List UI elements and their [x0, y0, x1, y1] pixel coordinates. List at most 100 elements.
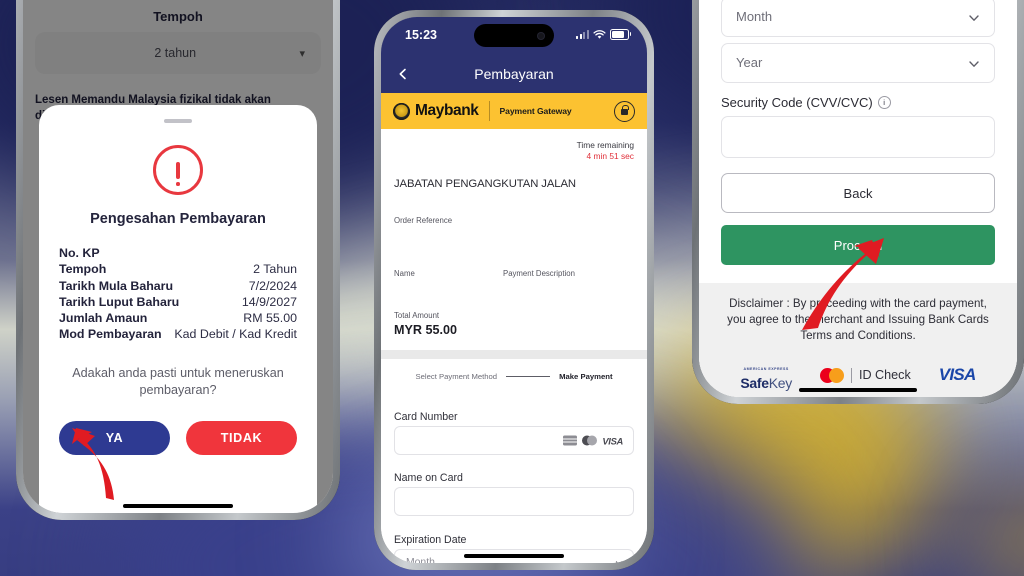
detail-key: Tarikh Luput Baharu	[59, 294, 180, 309]
detail-key: Tarikh Mula Baharu	[59, 278, 174, 293]
name-label: Name	[394, 269, 415, 278]
home-indicator	[123, 504, 233, 508]
left-phone-device: Kelas Lesen D, B2 Tempoh 2 tahun ▾ Lesen…	[16, 0, 340, 520]
header-divider	[488, 101, 490, 121]
nav-bar: Pembayaran	[381, 55, 647, 93]
detail-row: Jumlah Amaun RM 55.00	[59, 310, 297, 326]
dialog-actions: YA TIDAK	[59, 420, 297, 455]
amex-card-icon	[562, 435, 577, 446]
detail-row: Tempoh 2 Tahun	[59, 261, 297, 277]
right-phone-device: Month Year Security Code (CVV/CVC) i Bac…	[692, 0, 1024, 404]
left-phone-screen: Kelas Lesen D, B2 Tempoh 2 tahun ▾ Lesen…	[23, 0, 333, 513]
maybank-logo: Maybank	[393, 102, 479, 120]
alert-exclamation-icon	[153, 145, 203, 195]
timer-block: Time remaining 4 min 51 sec	[577, 140, 634, 161]
expiration-month-placeholder: Month	[736, 9, 773, 24]
gateway-footer: Disclaimer : By proceeding with the card…	[699, 283, 1017, 397]
security-code-input[interactable]	[721, 116, 995, 158]
detail-value: RM 55.00	[243, 311, 297, 326]
chevron-down-icon	[615, 561, 623, 563]
chevron-down-icon	[969, 61, 979, 67]
confirm-yes-button[interactable]: YA	[59, 420, 170, 455]
detail-value: 14/9/2027	[241, 294, 297, 309]
step-make-payment: Make Payment	[559, 372, 613, 381]
wifi-icon	[593, 29, 606, 39]
left-phone-bezel: Kelas Lesen D, B2 Tempoh 2 tahun ▾ Lesen…	[23, 0, 333, 513]
right-phone-screen: Month Year Security Code (CVV/CVC) i Bac…	[699, 0, 1017, 397]
total-amount-value: MYR 55.00	[394, 323, 457, 337]
battery-icon	[610, 29, 632, 40]
merchant-name: JABATAN PENGANGKUTAN JALAN	[394, 178, 576, 190]
dialog-question: Adakah anda pasti untuk meneruskan pemba…	[72, 365, 284, 397]
expiration-month-select[interactable]: Month	[721, 0, 995, 37]
safekey-wordmark: SafeKey	[740, 375, 792, 391]
security-code-label: Security Code (CVV/CVC)	[721, 95, 873, 110]
chevron-left-icon[interactable]	[397, 68, 409, 80]
safekey-logo: AMERICAN EXPRESS SafeKey	[740, 357, 792, 393]
detail-row: Tarikh Luput Baharu 14/9/2027	[59, 294, 297, 310]
back-button[interactable]: Back	[721, 173, 995, 213]
cancel-no-button[interactable]: TIDAK	[186, 420, 297, 455]
card-entry-form: Month Year Security Code (CVV/CVC) i Bac…	[699, 0, 1017, 397]
name-on-card-input[interactable]	[394, 487, 634, 516]
maybank-brand-text: Maybank	[415, 102, 479, 119]
maybank-tiger-icon	[393, 102, 410, 120]
detail-value: 2 Tahun	[253, 262, 297, 277]
detail-row: Tarikh Mula Baharu 7/2/2024	[59, 278, 297, 294]
status-bar: 15:23	[381, 17, 647, 55]
maybank-gateway-header: Maybank Payment Gateway	[381, 93, 647, 129]
accepted-card-marks: VISA	[562, 435, 623, 446]
exclamation-mark	[176, 161, 180, 186]
middle-phone-bezel: 15:23 Pembayaran Maybank Payment Gateway…	[381, 17, 647, 563]
timer-label: Time remaining	[576, 140, 634, 150]
security-code-label-row: Security Code (CVV/CVC) i	[721, 95, 891, 110]
detail-key: Tempoh	[59, 262, 107, 277]
detail-key: Jumlah Amaun	[59, 311, 148, 326]
visa-icon: VISA	[602, 435, 623, 446]
disclaimer-text: Disclaimer : By proceeding with the card…	[727, 297, 989, 342]
payment-description-label: Payment Description	[503, 269, 575, 278]
name-on-card-label: Name on Card	[394, 472, 463, 484]
visa-icon: VISA	[938, 365, 977, 384]
safekey-amex-text: AMERICAN EXPRESS	[743, 367, 789, 371]
timer-value: 4 min 51 sec	[586, 151, 634, 161]
proceed-button[interactable]: Proceed	[721, 225, 995, 265]
expiration-year-select[interactable]: Year	[721, 43, 995, 83]
dynamic-island	[474, 24, 554, 47]
logo-divider	[850, 367, 852, 383]
right-phone-bezel: Month Year Security Code (CVV/CVC) i Bac…	[699, 0, 1017, 397]
safekey-light-part: Key	[768, 375, 793, 391]
lock-icon	[614, 100, 635, 122]
order-reference-label: Order Reference	[394, 216, 453, 225]
detail-key: Mod Pembayaran	[59, 327, 162, 342]
front-camera-icon	[537, 31, 545, 40]
detail-value: 7/2/2024	[248, 278, 297, 293]
card-number-input[interactable]: VISA	[394, 426, 634, 455]
id-check-text: ID Check	[858, 368, 911, 382]
status-bar-icons	[576, 29, 632, 40]
mastercard-id-check-logo: ID Check	[819, 367, 911, 383]
detail-value: Kad Debit / Kad Kredit	[174, 327, 297, 342]
status-bar-clock: 15:23	[405, 28, 437, 42]
mastercard-icon	[819, 367, 844, 383]
info-icon[interactable]: i	[877, 96, 891, 109]
detail-row: Mod Pembayaran Kad Debit / Kad Kredit	[59, 326, 297, 342]
dialog-detail-list: No. KP Tempoh 2 Tahun Tarikh Mula Baharu…	[59, 245, 297, 343]
middle-phone-screen: 15:23 Pembayaran Maybank Payment Gateway…	[381, 17, 647, 563]
expiration-year-placeholder: Year	[736, 55, 763, 70]
card-number-label: Card Number	[394, 411, 458, 423]
expiration-month-placeholder: Month	[406, 557, 435, 563]
gateway-content: Time remaining 4 min 51 sec JABATAN PENG…	[381, 129, 647, 563]
mastercard-icon	[581, 435, 598, 446]
payment-gateway-label: Payment Gateway	[499, 106, 572, 116]
dialog-title: Pengesahan Pembayaran	[90, 211, 266, 227]
lock-glyph	[621, 105, 629, 115]
payment-stepper: Select Payment Method Make Payment	[381, 372, 647, 381]
detail-row: No. KP	[59, 245, 297, 261]
total-amount-label: Total Amount	[394, 311, 440, 320]
cellular-signal-icon	[576, 30, 589, 39]
home-indicator	[464, 554, 564, 558]
sheet-grabber-handle[interactable]	[164, 119, 192, 123]
step-select-payment-method: Select Payment Method	[415, 372, 498, 381]
stepper-connector	[506, 376, 551, 377]
